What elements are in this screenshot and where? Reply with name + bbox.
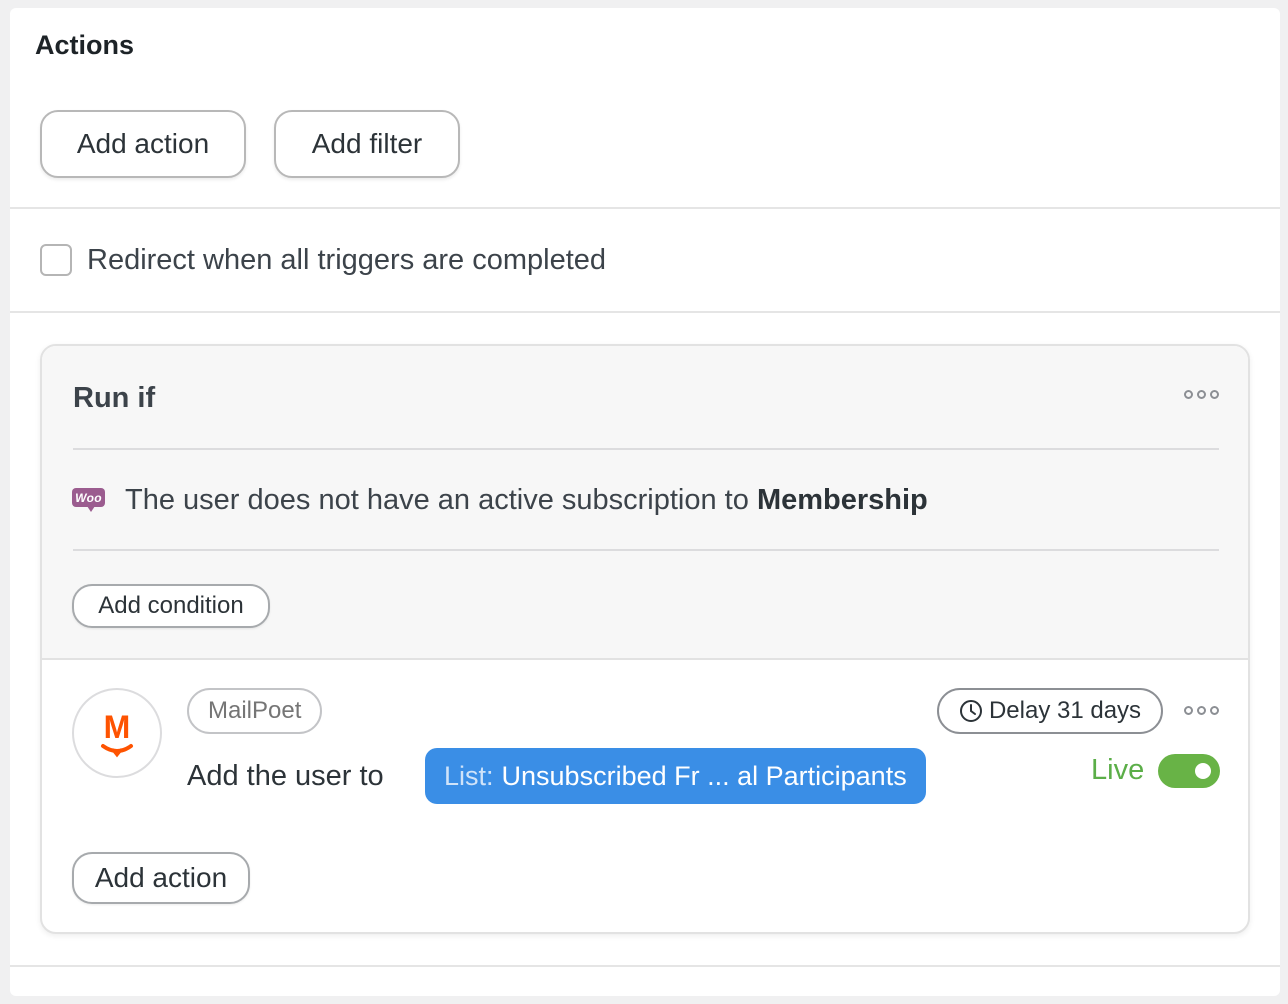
list-prefix: List: — [444, 760, 494, 791]
divider — [10, 311, 1280, 313]
run-if-title: Run if — [73, 382, 156, 414]
condition-text[interactable]: The user does not have an active subscri… — [125, 484, 928, 517]
divider — [10, 207, 1280, 209]
woo-icon: Woo — [72, 488, 105, 512]
delay-button[interactable]: Delay 31 days — [937, 688, 1163, 734]
live-toggle[interactable] — [1158, 754, 1220, 788]
action-text: Add the user to — [187, 760, 384, 792]
status-label: Live — [1091, 754, 1145, 786]
mailpoet-logo: M — [72, 688, 162, 778]
divider — [73, 549, 1219, 551]
divider — [10, 965, 1280, 967]
delay-label: Delay 31 days — [988, 697, 1142, 724]
integration-tag: MailPoet — [187, 688, 323, 734]
run-if-more-icon[interactable] — [1184, 390, 1219, 399]
list-name: Unsubscribed Fr ... al Participants — [501, 760, 907, 791]
clock-icon — [959, 700, 982, 722]
condition-value: Membership — [756, 484, 928, 516]
action-card: Run if Woo The user does not have an act… — [40, 344, 1250, 934]
add-action-inner-button[interactable]: Add action — [72, 852, 250, 904]
add-action-button[interactable]: Add action — [40, 110, 246, 178]
redirect-label[interactable]: Redirect when all triggers are completed — [87, 244, 606, 277]
action-more-icon[interactable] — [1184, 706, 1219, 715]
actions-panel: Actions Add action Add filter Redirect w… — [10, 8, 1280, 996]
toggle-knob — [1195, 763, 1211, 779]
condition-prefix: The user does not have an active subscri… — [125, 484, 757, 516]
svg-text:M: M — [104, 709, 131, 745]
list-chip[interactable]: List: Unsubscribed Fr ... al Participant… — [425, 748, 926, 804]
redirect-checkbox[interactable] — [40, 244, 72, 276]
divider — [73, 448, 1219, 450]
add-condition-button[interactable]: Add condition — [72, 584, 270, 628]
run-if-section: Run if Woo The user does not have an act… — [42, 346, 1248, 660]
add-filter-button[interactable]: Add filter — [274, 110, 460, 178]
section-title: Actions — [35, 30, 135, 60]
